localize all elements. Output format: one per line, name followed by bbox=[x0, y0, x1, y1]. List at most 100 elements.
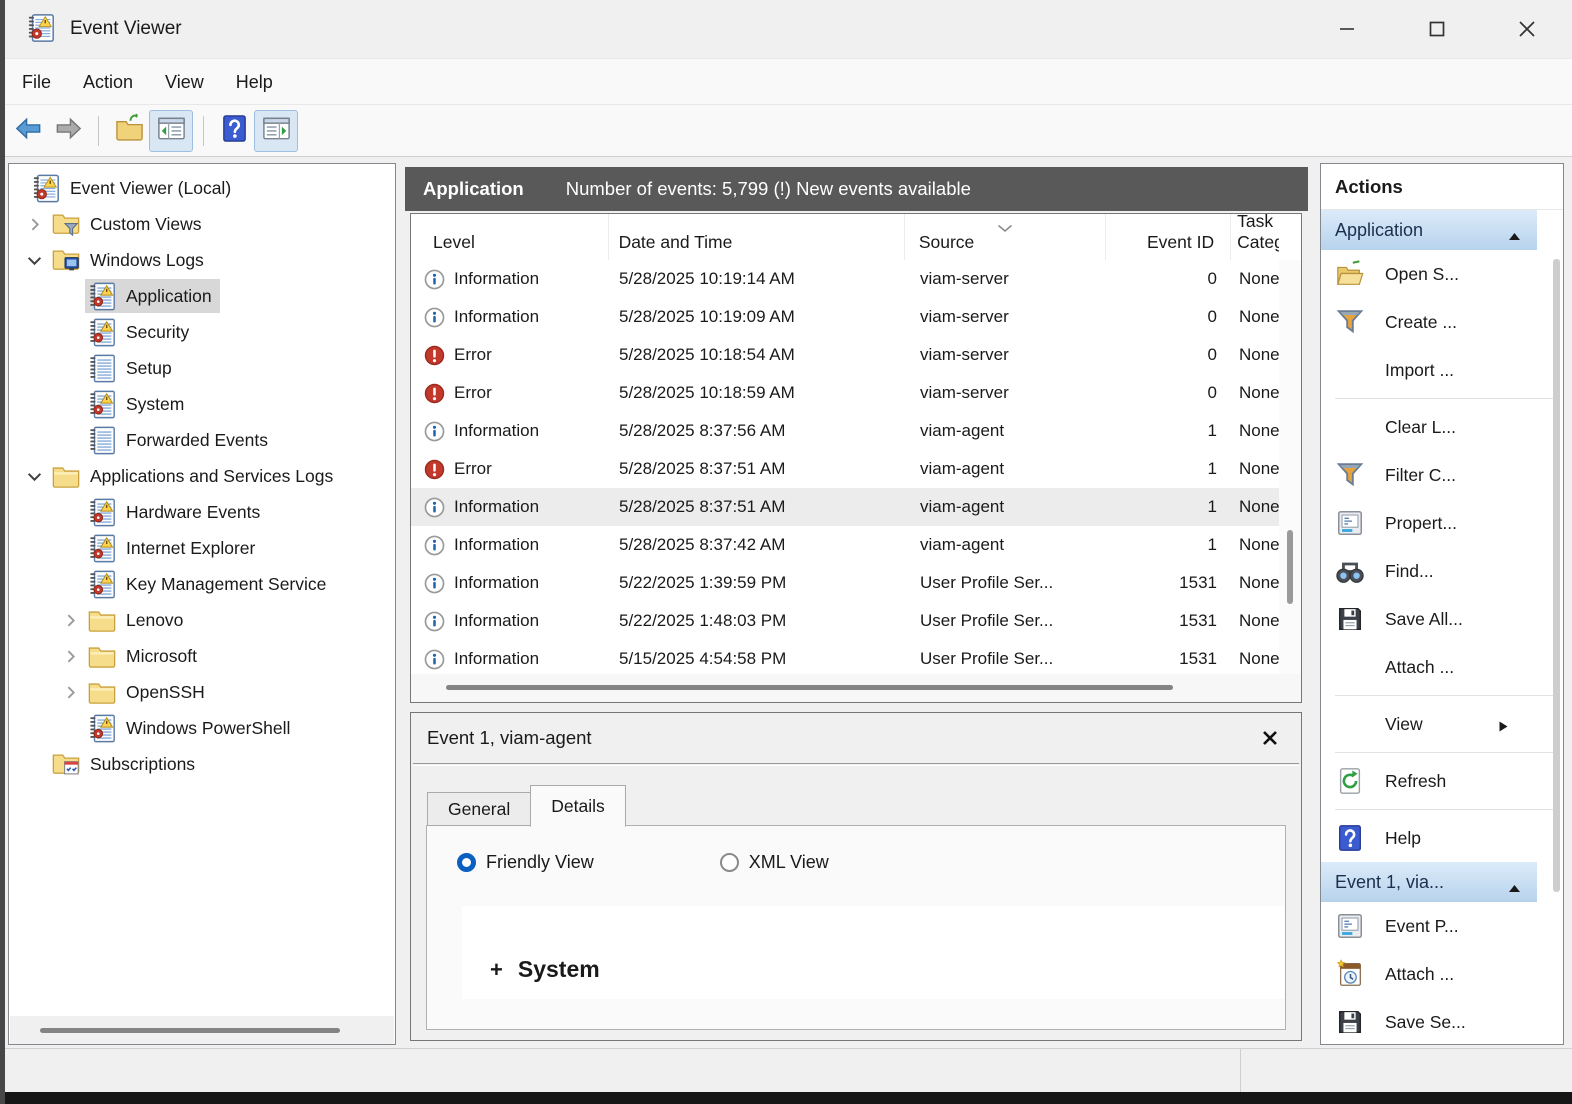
tree-item-custom-views[interactable]: Custom Views bbox=[9, 206, 395, 242]
filter-icon bbox=[1335, 460, 1365, 490]
tree-item-windows-powershell[interactable]: Windows PowerShell bbox=[9, 710, 395, 746]
menu-item-action[interactable]: Action bbox=[67, 60, 149, 104]
table-row[interactable]: Information5/15/2025 4:54:58 PMUser Prof… bbox=[411, 640, 1279, 674]
actions-section-event-1-via[interactable]: Event 1, via... bbox=[1321, 862, 1537, 902]
system-node-label[interactable]: System bbox=[518, 956, 600, 983]
chevron-right-icon[interactable] bbox=[55, 647, 85, 665]
menu-item-view[interactable]: View bbox=[149, 60, 220, 104]
tree-item-subscriptions[interactable]: Subscriptions bbox=[9, 746, 395, 782]
event-id-cell: 0 bbox=[1108, 269, 1233, 289]
chevron-right-icon[interactable] bbox=[55, 683, 85, 701]
tree-horizontal-scrollbar[interactable] bbox=[10, 1016, 394, 1044]
tree-item-hardware-events[interactable]: Hardware Events bbox=[9, 494, 395, 530]
tree-item-applications-and-services-logs[interactable]: Applications and Services Logs bbox=[9, 458, 395, 494]
actions-scrollbar[interactable] bbox=[1553, 259, 1560, 1034]
action-open-s[interactable]: Open S... bbox=[1321, 250, 1537, 298]
collapse-section-icon[interactable] bbox=[1508, 225, 1521, 246]
event-id-cell: 1 bbox=[1108, 497, 1233, 517]
table-vertical-scrollbar[interactable] bbox=[1279, 260, 1301, 674]
back-button[interactable] bbox=[8, 110, 48, 152]
action-filter-c[interactable]: Filter C... bbox=[1321, 451, 1537, 499]
log-alert-icon bbox=[87, 389, 117, 420]
table-vertical-scrollbar-thumb[interactable] bbox=[1287, 530, 1293, 604]
menu-item-help[interactable]: Help bbox=[220, 60, 289, 104]
column-header-level[interactable]: Level bbox=[411, 214, 609, 260]
action-propert[interactable]: Propert... bbox=[1321, 499, 1537, 547]
action-view[interactable]: View bbox=[1321, 700, 1537, 748]
action-label: Save All... bbox=[1385, 609, 1463, 630]
close-button[interactable] bbox=[1482, 0, 1572, 58]
table-row[interactable]: Error5/28/2025 8:37:51 AMviam-agent1None bbox=[411, 450, 1279, 488]
table-row[interactable]: Information5/28/2025 8:37:56 AMviam-agen… bbox=[411, 412, 1279, 450]
action-import[interactable]: Import ... bbox=[1321, 346, 1537, 394]
chevron-right-icon[interactable] bbox=[55, 611, 85, 629]
action-pane-button[interactable] bbox=[254, 110, 298, 152]
close-icon bbox=[1516, 18, 1538, 40]
table-row[interactable]: Error5/28/2025 10:18:54 AMviam-server0No… bbox=[411, 336, 1279, 374]
maximize-button[interactable] bbox=[1392, 0, 1482, 58]
table-row[interactable]: Information5/28/2025 10:19:14 AMviam-ser… bbox=[411, 260, 1279, 298]
chevron-down-icon[interactable] bbox=[19, 467, 49, 485]
table-row[interactable]: Information5/22/2025 1:48:03 PMUser Prof… bbox=[411, 602, 1279, 640]
action-refresh[interactable]: Refresh bbox=[1321, 757, 1537, 805]
table-row[interactable]: Information5/22/2025 1:39:59 PMUser Prof… bbox=[411, 564, 1279, 602]
event-id-cell: 0 bbox=[1108, 307, 1233, 327]
action-event-p[interactable]: Event P... bbox=[1321, 902, 1537, 950]
action-clear-l[interactable]: Clear L... bbox=[1321, 403, 1537, 451]
action-attach[interactable]: Attach ... bbox=[1321, 643, 1537, 691]
action-find[interactable]: Find... bbox=[1321, 547, 1537, 595]
expander-placeholder bbox=[55, 287, 85, 305]
table-row[interactable]: Information5/28/2025 8:37:51 AMviam-agen… bbox=[411, 488, 1279, 526]
tree-item-security[interactable]: Security bbox=[9, 314, 395, 350]
friendly-view-option[interactable]: Friendly View bbox=[457, 852, 594, 873]
tab-details[interactable]: Details bbox=[530, 785, 626, 827]
tree-item-lenovo[interactable]: Lenovo bbox=[9, 602, 395, 638]
tree-item-internet-explorer[interactable]: Internet Explorer bbox=[9, 530, 395, 566]
level-label: Information bbox=[454, 497, 539, 517]
tree-item-openssh[interactable]: OpenSSH bbox=[9, 674, 395, 710]
export-button[interactable] bbox=[109, 110, 149, 152]
radio-selected-icon[interactable] bbox=[457, 853, 476, 872]
tree-item-event-viewer-local[interactable]: Event Viewer (Local) bbox=[9, 170, 395, 206]
table-horizontal-scrollbar[interactable] bbox=[411, 674, 1301, 702]
column-header-event-id[interactable]: Event ID bbox=[1106, 214, 1231, 260]
tree-horizontal-scrollbar-thumb[interactable] bbox=[40, 1028, 340, 1033]
tree-item-application[interactable]: Application bbox=[9, 278, 395, 314]
tree-item-key-management-service[interactable]: Key Management Service bbox=[9, 566, 395, 602]
column-header-source[interactable]: Source bbox=[905, 214, 1107, 260]
detail-close-button[interactable] bbox=[1259, 727, 1281, 749]
source-cell: viam-agent bbox=[906, 421, 1108, 441]
tree-item-windows-logs[interactable]: Windows Logs bbox=[9, 242, 395, 278]
tree-item-label: System bbox=[126, 394, 184, 415]
minimize-button[interactable] bbox=[1302, 0, 1392, 58]
xml-view-option[interactable]: XML View bbox=[720, 852, 829, 873]
action-label: Filter C... bbox=[1385, 465, 1456, 486]
tree-item-microsoft[interactable]: Microsoft bbox=[9, 638, 395, 674]
collapse-section-icon[interactable] bbox=[1508, 877, 1521, 898]
action-help[interactable]: Help bbox=[1321, 814, 1537, 862]
tree-item-setup[interactable]: Setup bbox=[9, 350, 395, 386]
radio-unselected-icon[interactable] bbox=[720, 853, 739, 872]
actions-scrollbar-thumb[interactable] bbox=[1553, 259, 1560, 892]
column-header-date-and-time[interactable]: Date and Time bbox=[609, 214, 905, 260]
chevron-right-icon[interactable] bbox=[19, 215, 49, 233]
tree-item-forwarded-events[interactable]: Forwarded Events bbox=[9, 422, 395, 458]
table-row[interactable]: Information5/28/2025 10:19:09 AMviam-ser… bbox=[411, 298, 1279, 336]
forward-button[interactable] bbox=[48, 110, 88, 152]
action-save-all[interactable]: Save All... bbox=[1321, 595, 1537, 643]
column-header-task-category[interactable]: Task Category bbox=[1231, 214, 1279, 260]
chevron-down-icon[interactable] bbox=[19, 251, 49, 269]
action-save-se[interactable]: Save Se... bbox=[1321, 998, 1537, 1045]
table-row[interactable]: Error5/28/2025 10:18:59 AMviam-server0No… bbox=[411, 374, 1279, 412]
expand-node-button[interactable]: + bbox=[490, 957, 503, 983]
help-button[interactable] bbox=[214, 110, 254, 152]
tree-item-system[interactable]: System bbox=[9, 386, 395, 422]
actions-section-application[interactable]: Application bbox=[1321, 210, 1537, 250]
menu-item-file[interactable]: File bbox=[6, 60, 67, 104]
table-row[interactable]: Information5/28/2025 8:37:42 AMviam-agen… bbox=[411, 526, 1279, 564]
console-tree-button[interactable] bbox=[149, 110, 193, 152]
table-horizontal-scrollbar-thumb[interactable] bbox=[446, 685, 1173, 690]
action-attach[interactable]: Attach ... bbox=[1321, 950, 1537, 998]
tab-general[interactable]: General bbox=[427, 792, 530, 826]
action-create[interactable]: Create ... bbox=[1321, 298, 1537, 346]
